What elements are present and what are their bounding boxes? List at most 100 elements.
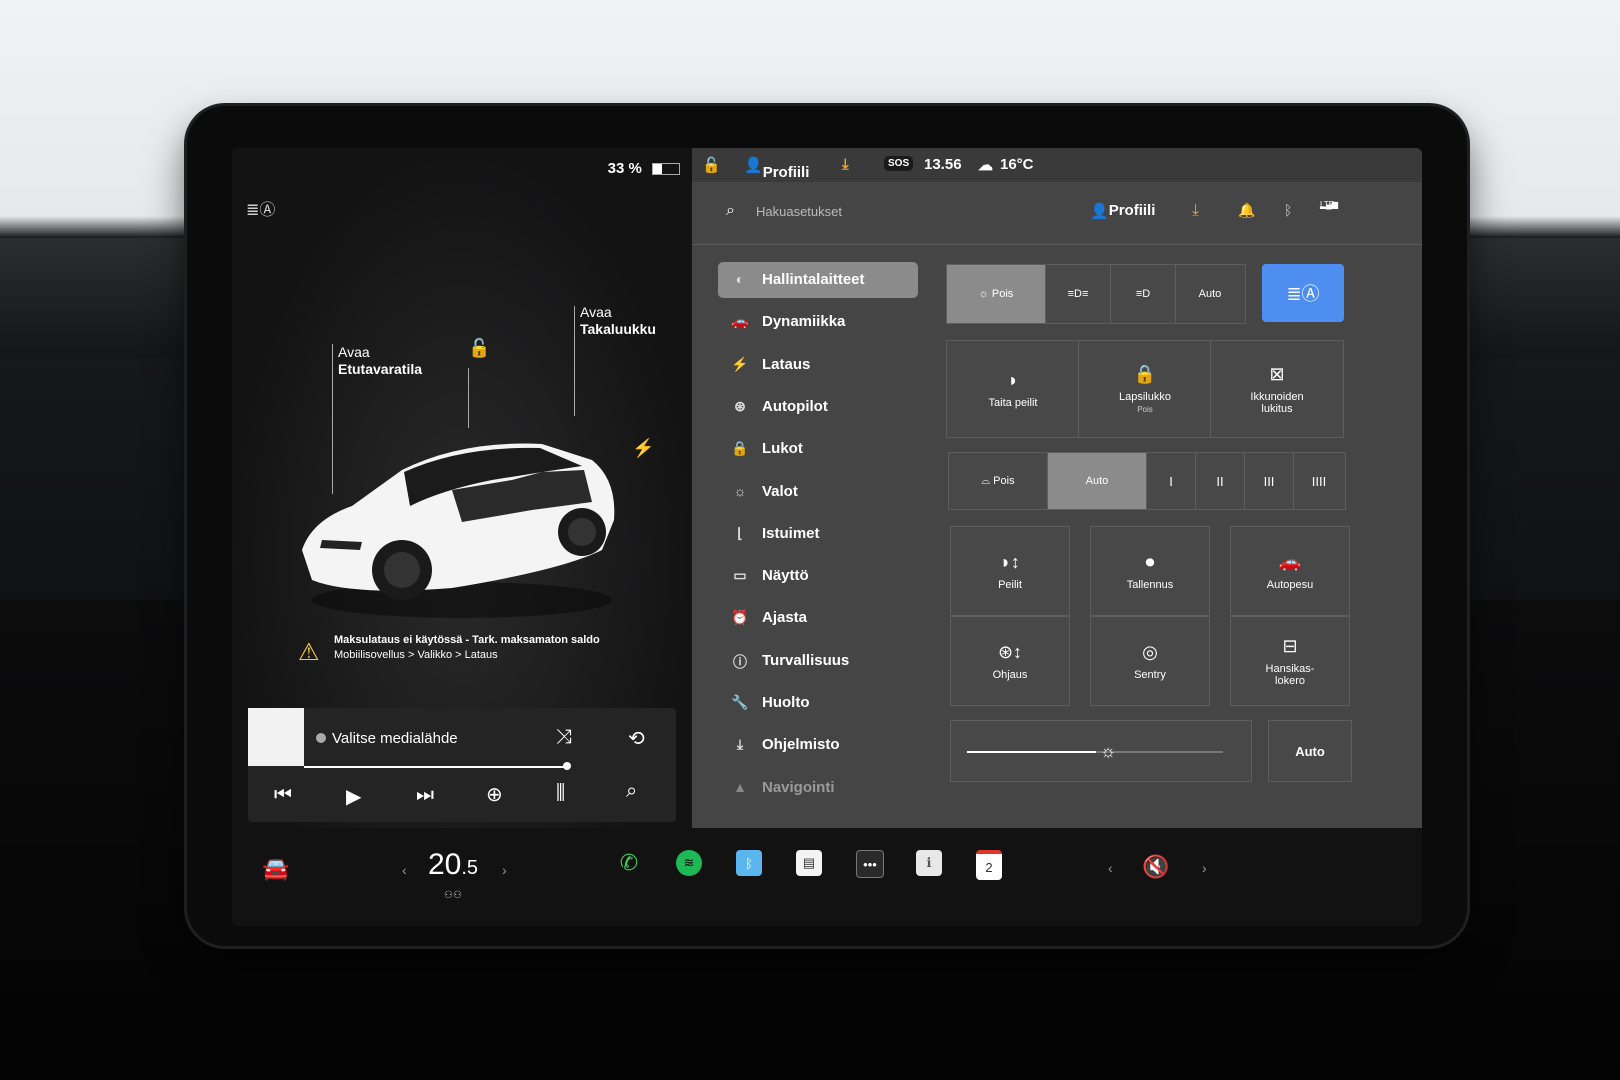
sos-button[interactable]: SOS [884,156,914,171]
window-lock-button[interactable]: ⊠ Ikkunoiden lukitus [1210,340,1344,438]
car-controls-icon[interactable]: 🚘 [262,856,289,882]
controls-panel: ⌕ Hakuasetukset 👤 Profiili ⤓ 🔔 ᛒ LTE ▂▄▆… [692,182,1422,828]
next-track-icon[interactable]: ⏭ [416,784,434,807]
wiper-speed-4[interactable]: IIII [1294,453,1344,509]
volume-down-icon[interactable]: ‹ [1108,860,1113,876]
menu-item-valot[interactable]: ☼ Valot [718,474,918,510]
brightness-auto-button[interactable]: Auto [1268,720,1352,782]
download-icon: ⤓ [736,736,744,753]
parking-lights-option[interactable]: ≡D≡ [1046,265,1111,323]
bluetooth-icon[interactable]: ᛒ [1284,202,1292,218]
equalizer-icon[interactable]: ⫼ [556,782,565,805]
settings-search-input[interactable]: Hakuasetukset [756,204,842,219]
auto-high-beam-button[interactable]: ≣Ⓐ [1262,264,1344,322]
brightness-sun-icon[interactable]: ☼ [1100,741,1117,762]
add-favorite-icon[interactable]: ⊕ [486,782,503,807]
wiper-speed-2[interactable]: II [1196,453,1245,509]
unlock-icon[interactable]: 🔓 [468,338,490,359]
menu-item-ohjelmisto[interactable]: ⤓ Ohjelmisto [718,727,918,763]
notes-app-icon[interactable]: ▤ [796,850,822,876]
cabin-temperature[interactable]: 20.5 [428,848,478,882]
manual-app-icon[interactable]: ℹ [916,850,942,876]
play-icon[interactable]: ▶ [346,784,361,809]
bottom-dock: 🚘 ‹ 20.5 › ⚇⚇ ✆ ≋ ᛒ ▤ ••• ℹ 2 ‹ 🔇 › [232,828,1422,926]
media-source-button[interactable]: Valitse medialähde [316,730,458,747]
calendar-app-icon[interactable]: 2 [976,850,1002,880]
low-beam-option[interactable]: ≡D [1111,265,1176,323]
charging-warning: ⚠ Maksulataus ei käytössä - Tark. maksam… [298,634,628,666]
menu-item-dynamiikka[interactable]: 🚗 Dynamiikka [718,304,918,340]
mirrors-adjust-button[interactable]: ◗↕ Peilit [950,526,1070,616]
temp-decrease-icon[interactable]: ‹ [402,862,407,878]
wipers-auto-option[interactable]: Auto [1048,453,1147,509]
wiper-speed-3[interactable]: III [1245,453,1294,509]
wipers-off-option[interactable]: ⌓ Pois [949,453,1048,509]
headlights-auto-option[interactable]: Auto [1176,265,1244,323]
trunk-open-button[interactable]: Avaa Takaluukku [580,304,656,338]
charge-port-bolt-icon[interactable]: ⚡ [632,438,654,459]
source-dot-icon [316,733,326,743]
child-lock-label: Lapsilukko [1119,391,1171,403]
menu-item-lataus[interactable]: ⚡ Lataus [718,347,918,383]
settings-profile-button[interactable]: 👤 Profiili [1090,202,1155,220]
media-progress-bar[interactable] [304,766,568,768]
previous-track-icon[interactable]: ⏮ [274,784,292,807]
glovebox-icon: ⊟ [1282,635,1298,656]
fold-mirrors-button[interactable]: ◗ Taita peilit [946,340,1080,438]
search-icon[interactable]: ⌕ [726,202,735,220]
wiper-speed-1[interactable]: I [1147,453,1196,509]
glovebox-label-1: Hansikas- [1265,662,1315,675]
menu-item-huolto[interactable]: 🔧 Huolto [718,685,918,721]
carwash-label: Autopesu [1266,578,1314,591]
volume-up-icon[interactable]: › [1202,860,1207,876]
mirror-icon: ◗ [1007,369,1019,390]
media-search-icon[interactable]: ⌕ [626,780,637,803]
weather-cloud-icon: ☁ [978,157,993,174]
mute-speaker-icon[interactable]: 🔇 [1142,854,1169,880]
media-progress-knob[interactable] [563,762,572,770]
menu-item-ajasta[interactable]: ⏰ Ajasta [718,600,918,636]
menu-item-label: Navigointi [762,778,835,796]
menu-item-istuimet[interactable]: ⌊ Istuimet [718,516,918,552]
calendar-day: 2 [985,859,993,875]
more-apps-icon[interactable]: ••• [856,850,884,878]
headlights-off-option[interactable]: ☼ Pois [947,265,1046,323]
carwash-button[interactable]: 🚗 Autopesu [1230,526,1350,616]
trunk-leader-line [574,306,575,416]
notification-bell-icon[interactable]: 🔔 [1238,202,1255,219]
headlight-selector: ☼ Pois ≡D≡ ≡D Auto [946,264,1246,324]
dashcam-record-button[interactable]: ⏺ Tallennus [1090,526,1210,616]
temp-increase-icon[interactable]: › [502,862,507,878]
temp-decimal: .5 [461,857,479,879]
album-art[interactable] [248,708,304,766]
menu-item-label: Hallintalaitteet [762,271,865,288]
repeat-icon[interactable]: ⟲ [628,726,645,751]
phone-icon[interactable]: ✆ [616,850,642,876]
child-lock-button[interactable]: 🔒 Lapsilukko Pois [1078,340,1212,438]
frunk-open-button[interactable]: Avaa Etutavaratila [338,344,422,378]
menu-item-turvallisuus[interactable]: ⓘ Turvallisuus [718,643,918,679]
steering-adjust-icon: ⊛↕ [997,641,1023,662]
menu-item-näyttö[interactable]: ▭ Näyttö [718,558,918,594]
warning-title: Maksulataus ei käytössä - Tark. maksamat… [334,634,600,646]
download-status-icon[interactable]: ⤓ [842,156,849,173]
unlocked-icon[interactable]: 🔓 [702,156,721,174]
media-title-text: Valitse medialähde [332,730,458,747]
profile-status[interactable]: 👤 Profiili [744,156,809,181]
spotify-icon[interactable]: ≋ [676,850,702,876]
seat-heater-icon[interactable]: ⚇⚇ [444,890,462,901]
parking-lights-icon: ≡D≡ [1067,288,1089,300]
menu-item-autopilot[interactable]: ⊛ Autopilot [718,389,918,425]
menu-item-lukot[interactable]: 🔒 Lukot [718,431,918,467]
software-download-icon[interactable]: ⤓ [1192,202,1199,220]
menu-item-navigointi[interactable]: ▲ Navigointi [718,770,918,806]
shuffle-icon[interactable]: ⤨ [556,726,572,749]
steering-adjust-button[interactable]: ⊛↕ Ohjaus [950,616,1070,706]
menu-item-hallintalaitteet[interactable]: ◐ Hallintalaitteet [718,262,918,298]
glovebox-button[interactable]: ⊟ Hansikas-lokero [1230,616,1350,706]
auto-headlight-icon[interactable]: ≣Ⓐ [246,196,275,220]
brightness-slider[interactable]: ☼ [950,720,1252,782]
sentry-button[interactable]: ◎ Sentry [1090,616,1210,706]
frunk-label-line1: Avaa [338,344,370,360]
bluetooth-app-icon[interactable]: ᛒ [736,850,762,876]
